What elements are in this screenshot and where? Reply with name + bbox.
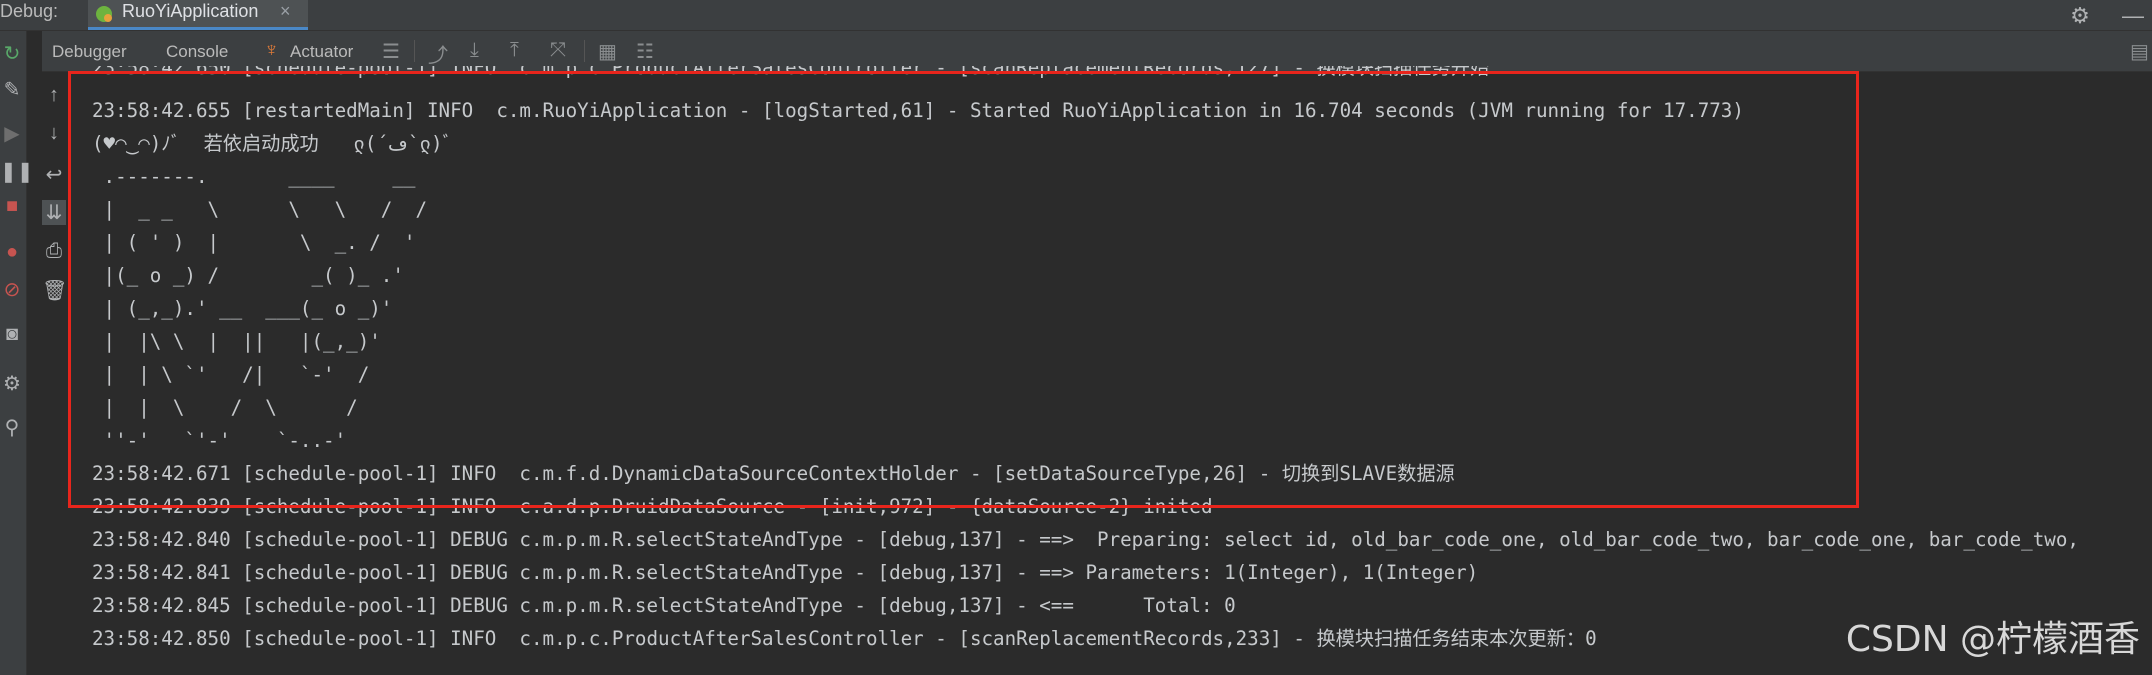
log-line: 23:58:42.655 [restartedMain] INFO c.m.Ru…: [92, 99, 1744, 122]
step-out-icon[interactable]: ⤧: [550, 39, 566, 62]
trash-icon[interactable]: 🗑: [42, 278, 67, 303]
log-line: 23:58:42.850 [schedule-pool-1] INFO c.m.…: [92, 627, 1597, 650]
step-over-icon[interactable]: ⤓: [470, 39, 479, 62]
tab-debugger[interactable]: Debugger: [52, 42, 127, 62]
ascii-art-line: | ( ' ) | \ _. / ': [92, 231, 416, 254]
debug-label: Debug:: [0, 1, 59, 21]
ascii-art-line: | (_,_).' __ ___(_ o _)': [92, 297, 393, 320]
soft-wrap-icon[interactable]: ↩: [42, 162, 66, 187]
trace-icon[interactable]: ☷: [636, 39, 654, 64]
camera-icon[interactable]: ◙: [0, 323, 24, 346]
minimize-icon[interactable]: —: [2122, 3, 2144, 28]
settings-icon[interactable]: ⚙: [0, 371, 24, 396]
gear-icon[interactable]: ⚙: [2070, 3, 2090, 28]
evaluate-icon[interactable]: ▦: [598, 39, 617, 64]
log-line: 23:58:42.671 [schedule-pool-1] INFO c.m.…: [92, 462, 1455, 485]
tab-close-icon[interactable]: ×: [280, 1, 291, 22]
debug-side-toolbar: ↻ ✎ ▶ ❚❚ ■ ● ⊘ ◙ ⚙ ⚲: [0, 31, 34, 675]
spring-app-icon: [96, 6, 112, 22]
rerun-icon[interactable]: ↻: [0, 41, 24, 66]
log-line: 23:58:42.841 [schedule-pool-1] DEBUG c.m…: [92, 561, 1479, 584]
log-line: 23:58:42.839 [schedule-pool-1] INFO c.a.…: [92, 495, 1213, 518]
view-breakpoints-icon[interactable]: ●: [0, 241, 24, 264]
layout-icon[interactable]: ▤: [2130, 39, 2149, 64]
ascii-art-line: ''-' `'-' `-..-': [92, 429, 347, 452]
wrench-icon[interactable]: ✎: [0, 77, 24, 102]
tab-console[interactable]: Console: [166, 42, 228, 62]
pause-icon[interactable]: ❚❚: [0, 159, 34, 184]
debug-titlebar: Debug: RuoYiApplication × ⚙ —: [0, 0, 2152, 31]
log-line: 23:58:42.840 [schedule-pool-1] DEBUG c.m…: [92, 528, 2079, 551]
console-output[interactable]: 23:58:42.650 [schedule-pool-1] INFO c.m.…: [92, 66, 2152, 675]
actuator-icon: ♆: [264, 39, 279, 61]
resume-icon[interactable]: ▶: [0, 121, 24, 146]
stop-icon[interactable]: ■: [0, 195, 24, 218]
log-line: (♥◠‿◠)ﾉﾞ 若依启动成功 ლ(´ڡ`ლ)ﾞ: [92, 132, 453, 155]
toolbar-separator: [414, 40, 415, 62]
ascii-art-line: | | \ / \ /: [92, 396, 358, 419]
ascii-art-line: | |\ \ | || |(_,_)': [92, 330, 381, 353]
menu-icon[interactable]: ☰: [382, 39, 400, 64]
ascii-art-line: | _ _ \ \ \ / /: [92, 198, 428, 221]
ascii-art-line: .-------. ____ __: [92, 165, 416, 188]
scroll-to-end-icon[interactable]: ⇊: [42, 200, 66, 225]
tab-label: RuoYiApplication: [122, 1, 259, 21]
show-execution-point-icon[interactable]: ⤴: [428, 39, 448, 68]
up-arrow-icon[interactable]: ↑: [42, 84, 66, 107]
log-line: 23:58:42.845 [schedule-pool-1] DEBUG c.m…: [92, 594, 1236, 617]
log-line: 23:58:42.650 [schedule-pool-1] INFO c.m.…: [92, 66, 1490, 79]
pin-icon[interactable]: ⚲: [0, 415, 24, 440]
ascii-art-line: | | \ `' /| `-' /: [92, 363, 370, 386]
step-into-icon[interactable]: ⤒: [510, 39, 519, 62]
csdn-watermark: CSDN @柠檬酒香: [1845, 619, 2140, 660]
window-actions: ⚙ —: [2044, 3, 2144, 29]
toolbar-separator: [584, 40, 585, 62]
mute-breakpoints-icon[interactable]: ⊘: [0, 277, 24, 302]
down-arrow-icon[interactable]: ↓: [42, 122, 66, 145]
console-side-toolbar: ↑ ↓ ↩ ⇊ ⎙ 🗑: [42, 72, 70, 675]
tab-ruoyi-application[interactable]: RuoYiApplication ×: [88, 0, 308, 30]
print-icon[interactable]: ⎙: [42, 240, 66, 263]
ascii-art-line: |(_ o _) / _( )_ .': [92, 264, 404, 287]
tab-actuator[interactable]: Actuator: [290, 42, 353, 62]
